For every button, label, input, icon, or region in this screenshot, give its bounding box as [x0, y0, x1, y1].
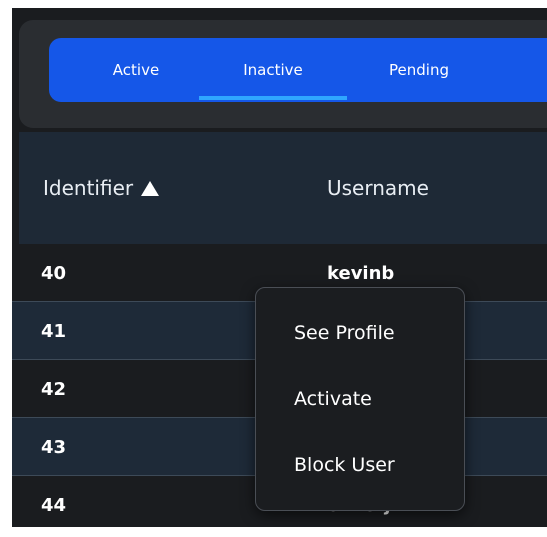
tab-pending[interactable]: Pending: [354, 38, 484, 102]
selected-tab-indicator: [199, 96, 347, 100]
cell-identifier: 44: [41, 494, 67, 516]
tab-active[interactable]: Active: [71, 38, 201, 102]
cell-identifier: 43: [41, 436, 67, 458]
tab-inactive[interactable]: Inactive: [199, 38, 347, 102]
column-header-username[interactable]: Username: [327, 132, 429, 244]
tabs-panel: Active Inactive Pending: [19, 20, 547, 128]
column-header-identifier[interactable]: Identifier: [43, 132, 160, 244]
cell-identifier: 40: [41, 262, 67, 284]
column-header-identifier-label: Identifier: [43, 176, 134, 200]
menu-item-block-user[interactable]: Block User: [294, 445, 395, 485]
column-header-username-label: Username: [327, 176, 429, 200]
menu-item-activate[interactable]: Activate: [294, 379, 372, 419]
app-frame: Active Inactive Pending Identifier Usern…: [12, 8, 547, 527]
row-context-menu: See Profile Activate Block User: [255, 287, 465, 511]
tab-bar: Active Inactive Pending: [49, 38, 547, 102]
sort-ascending-icon[interactable]: [141, 180, 160, 196]
cell-identifier: 41: [41, 320, 67, 342]
menu-item-see-profile[interactable]: See Profile: [294, 313, 395, 353]
table-header: Identifier Username: [19, 132, 547, 244]
cell-identifier: 42: [41, 378, 67, 400]
